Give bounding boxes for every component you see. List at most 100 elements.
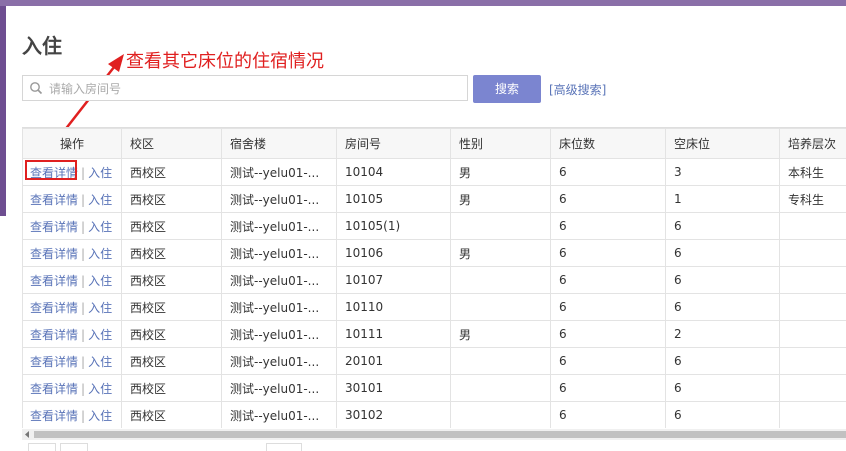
row-actions: 查看详情|入住 — [23, 375, 122, 402]
column-header[interactable]: 房间号 — [337, 129, 451, 159]
table-cell: 测试--yelu01-... — [222, 267, 337, 294]
row-actions: 查看详情|入住 — [23, 240, 122, 267]
table-cell: 30102 — [337, 402, 451, 429]
column-header[interactable]: 操作 — [23, 129, 122, 159]
table-cell — [451, 348, 551, 375]
row-actions: 查看详情|入住 — [23, 294, 122, 321]
action-separator: | — [78, 328, 88, 342]
table-cell — [451, 375, 551, 402]
view-details-link[interactable]: 查看详情 — [30, 274, 78, 288]
table-cell — [780, 348, 846, 375]
check-in-link[interactable]: 入住 — [88, 274, 112, 288]
table-cell — [780, 240, 846, 267]
check-in-link[interactable]: 入住 — [88, 166, 112, 180]
table-cell: 10111 — [337, 321, 451, 348]
check-in-link[interactable]: 入住 — [88, 328, 112, 342]
view-details-link[interactable]: 查看详情 — [30, 247, 78, 261]
view-details-link[interactable]: 查看详情 — [30, 193, 78, 207]
table-cell: 6 — [551, 348, 666, 375]
page-title: 入住 — [22, 30, 62, 59]
table-cell: 10104 — [337, 159, 451, 186]
table-cell: 6 — [551, 159, 666, 186]
check-in-link[interactable]: 入住 — [88, 409, 112, 423]
table-cell: 西校区 — [122, 213, 222, 240]
table-row: 查看详情|入住西校区测试--yelu01-...3010166 — [23, 375, 846, 402]
column-header[interactable]: 性别 — [451, 129, 551, 159]
check-in-link[interactable]: 入住 — [88, 193, 112, 207]
column-header[interactable]: 空床位 — [666, 129, 780, 159]
table-cell: 30101 — [337, 375, 451, 402]
action-separator: | — [78, 355, 88, 369]
column-header[interactable]: 宿舍楼 — [222, 129, 337, 159]
search-icon — [29, 81, 43, 95]
check-in-link[interactable]: 入住 — [88, 220, 112, 234]
table-cell: 10105 — [337, 186, 451, 213]
check-in-link[interactable]: 入住 — [88, 247, 112, 261]
column-header[interactable]: 校区 — [122, 129, 222, 159]
table-cell: 西校区 — [122, 159, 222, 186]
table-cell: 6 — [551, 240, 666, 267]
table-row: 查看详情|入住西校区测试--yelu01-...2010166 — [23, 348, 846, 375]
view-details-link[interactable]: 查看详情 — [30, 220, 78, 234]
search-input[interactable] — [47, 79, 461, 99]
table-cell: 男 — [451, 159, 551, 186]
table-cell: 1 — [666, 186, 780, 213]
table-cell: 6 — [551, 375, 666, 402]
table-cell: 测试--yelu01-... — [222, 240, 337, 267]
table-row: 查看详情|入住西校区测试--yelu01-...10106男66 — [23, 240, 846, 267]
table-cell: 测试--yelu01-... — [222, 348, 337, 375]
check-in-link[interactable]: 入住 — [88, 355, 112, 369]
search-box — [22, 75, 468, 101]
table-cell: 测试--yelu01-... — [222, 321, 337, 348]
scrollbar-thumb[interactable] — [34, 431, 846, 438]
check-in-link[interactable]: 入住 — [88, 382, 112, 396]
table-cell: 6 — [551, 213, 666, 240]
check-in-link[interactable]: 入住 — [88, 301, 112, 315]
table-cell — [451, 294, 551, 321]
row-actions: 查看详情|入住 — [23, 186, 122, 213]
table-row: 查看详情|入住西校区测试--yelu01-...10104男63本科生 — [23, 159, 846, 186]
action-separator: | — [78, 274, 88, 288]
table-cell: 西校区 — [122, 321, 222, 348]
row-actions: 查看详情|入住 — [23, 321, 122, 348]
table-cell — [451, 402, 551, 429]
annotation-text: 查看其它床位的住宿情况 — [126, 47, 324, 73]
scroll-left-icon[interactable] — [22, 429, 32, 440]
column-header[interactable]: 培养层次 — [780, 129, 846, 159]
column-header[interactable]: 床位数 — [551, 129, 666, 159]
table-cell: 20101 — [337, 348, 451, 375]
table-cell: 6 — [551, 402, 666, 429]
table-cell: 西校区 — [122, 348, 222, 375]
row-actions: 查看详情|入住 — [23, 213, 122, 240]
table-cell: 6 — [551, 267, 666, 294]
table-cell: 测试--yelu01-... — [222, 213, 337, 240]
view-details-link[interactable]: 查看详情 — [30, 328, 78, 342]
view-details-link[interactable]: 查看详情 — [30, 382, 78, 396]
table-cell: 测试--yelu01-... — [222, 186, 337, 213]
table-cell — [780, 375, 846, 402]
table-cell: 6 — [666, 294, 780, 321]
table-cell: 2 — [666, 321, 780, 348]
row-actions: 查看详情|入住 — [23, 402, 122, 429]
table-cell: 6 — [551, 294, 666, 321]
view-details-link[interactable]: 查看详情 — [30, 301, 78, 315]
table-cell: 专科生 — [780, 186, 846, 213]
table-cell: 测试--yelu01-... — [222, 159, 337, 186]
view-details-link[interactable]: 查看详情 — [30, 409, 78, 423]
table-cell: 3 — [666, 159, 780, 186]
table-cell: 西校区 — [122, 240, 222, 267]
table-cell: 西校区 — [122, 186, 222, 213]
action-separator: | — [78, 193, 88, 207]
action-separator: | — [78, 247, 88, 261]
table-row: 查看详情|入住西校区测试--yelu01-...3010266 — [23, 402, 846, 429]
search-button[interactable]: 搜索 — [473, 75, 541, 103]
table-cell: 男 — [451, 321, 551, 348]
table-cell: 10107 — [337, 267, 451, 294]
view-details-link[interactable]: 查看详情 — [30, 355, 78, 369]
table-cell: 西校区 — [122, 267, 222, 294]
annotation-highlight-box — [25, 160, 77, 180]
advanced-search-link[interactable]: [高级搜索] — [549, 81, 606, 98]
table-cell — [451, 267, 551, 294]
table-cell — [780, 402, 846, 429]
action-separator: | — [78, 301, 88, 315]
